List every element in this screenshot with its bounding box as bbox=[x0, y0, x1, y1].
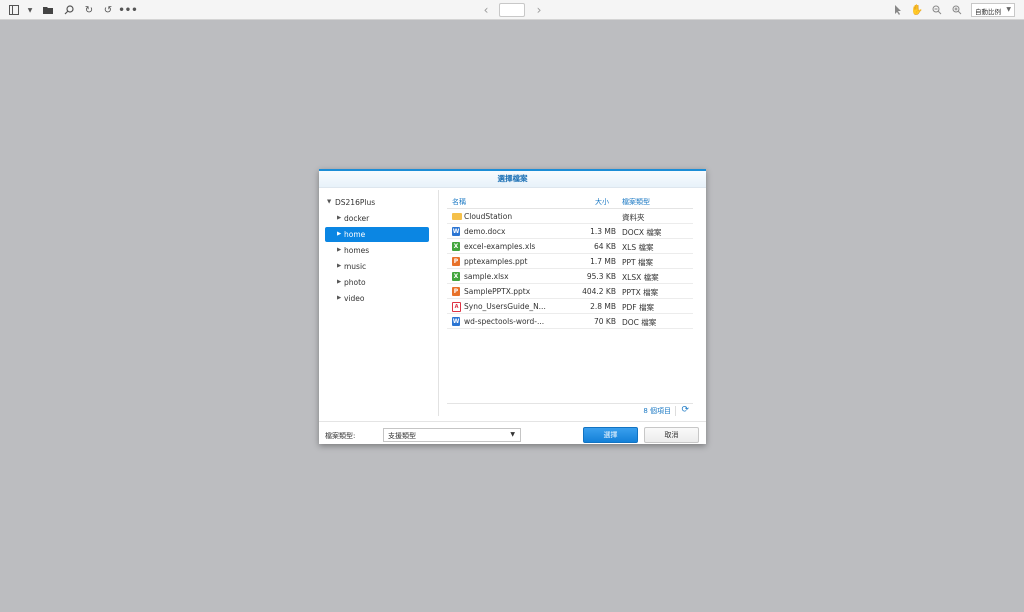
file-size: 1.3 MB bbox=[590, 227, 616, 236]
file-list-footer: 8 個項目 ⟳ bbox=[447, 403, 693, 418]
prev-page-icon[interactable]: ‹ bbox=[480, 3, 492, 17]
hand-icon[interactable]: ✋ bbox=[911, 4, 923, 16]
zoom-in-icon[interactable] bbox=[951, 4, 963, 16]
file-row[interactable]: W demo.docx 1.3 MB DOCX 檔案 bbox=[447, 224, 693, 239]
file-type: PDF 檔案 bbox=[622, 303, 654, 312]
file-size: 95.3 KB bbox=[586, 272, 616, 281]
file-row[interactable]: W wd-spectools-word-... 70 KB DOC 檔案 bbox=[447, 314, 693, 329]
refresh-icon[interactable]: ⟳ bbox=[681, 405, 689, 415]
file-type: PPTX 檔案 bbox=[622, 288, 659, 297]
file-type: 資料夾 bbox=[622, 213, 645, 222]
tree-item-video[interactable]: ▶ video bbox=[325, 291, 429, 306]
caret-right-icon[interactable]: ▶ bbox=[337, 227, 341, 242]
file-name: SamplePPTX.pptx bbox=[464, 287, 531, 296]
file-row[interactable]: X excel-examples.xls 64 KB XLS 檔案 bbox=[447, 239, 693, 254]
tree-item-label: photo bbox=[344, 278, 366, 287]
file-name: pptexamples.ppt bbox=[464, 257, 528, 266]
item-count: 8 個項目 bbox=[643, 407, 671, 415]
top-toolbar: ▼ ↻ ↺ ••• ‹ › ✋ 自動比例 ▼ bbox=[0, 0, 1024, 20]
open-folder-icon[interactable] bbox=[42, 4, 54, 16]
zoom-select[interactable]: 自動比例 ▼ bbox=[971, 3, 1015, 17]
folder-tree: ▼ DS216Plus ▶ docker ▶ home ▶ homes ▶ mu… bbox=[325, 193, 438, 419]
select-button[interactable]: 選擇 bbox=[583, 427, 638, 443]
undo-icon[interactable]: ↺ bbox=[102, 4, 114, 16]
column-header-name[interactable]: 名稱 bbox=[452, 197, 466, 207]
tree-item-homes[interactable]: ▶ homes bbox=[325, 243, 429, 258]
dialog-footer: 檔案類型: 支援類型 ▼ 選擇 取消 bbox=[319, 421, 706, 445]
rotate-icon[interactable]: ↻ bbox=[83, 4, 95, 16]
next-page-icon[interactable]: › bbox=[533, 3, 545, 17]
file-type-label: 檔案類型: bbox=[325, 432, 356, 440]
file-type: XLSX 檔案 bbox=[622, 273, 659, 282]
chevron-down-icon: ▼ bbox=[510, 431, 515, 438]
file-type-select[interactable]: 支援類型 ▼ bbox=[383, 428, 521, 442]
file-name: sample.xlsx bbox=[464, 272, 509, 281]
choose-file-dialog: 選擇檔案 ▼ DS216Plus ▶ docker ▶ home ▶ homes… bbox=[319, 169, 706, 444]
panel-divider bbox=[438, 190, 439, 416]
search-icon[interactable] bbox=[63, 4, 75, 16]
word-icon: W bbox=[452, 227, 460, 236]
sidebar-icon[interactable] bbox=[8, 4, 20, 16]
file-row[interactable]: P pptexamples.ppt 1.7 MB PPT 檔案 bbox=[447, 254, 693, 269]
folder-icon bbox=[452, 213, 462, 220]
dialog-title: 選擇檔案 bbox=[319, 171, 706, 188]
file-size: 404.2 KB bbox=[582, 287, 616, 296]
zoom-label: 自動比例 bbox=[975, 8, 1001, 16]
caret-right-icon[interactable]: ▶ bbox=[337, 211, 341, 226]
file-list-header: 名稱 大小 檔案類型 bbox=[447, 194, 693, 209]
chevron-down-icon: ▼ bbox=[1006, 6, 1011, 13]
caret-down-icon[interactable]: ▼ bbox=[327, 195, 331, 210]
powerpoint-icon: P bbox=[452, 257, 460, 266]
excel-icon: X bbox=[452, 242, 460, 251]
file-name: excel-examples.xls bbox=[464, 242, 536, 251]
caret-right-icon[interactable]: ▶ bbox=[337, 275, 341, 290]
file-row[interactable]: X sample.xlsx 95.3 KB XLSX 檔案 bbox=[447, 269, 693, 284]
file-row[interactable]: CloudStation 資料夾 bbox=[447, 209, 693, 224]
tree-item-label: docker bbox=[344, 214, 370, 223]
file-row[interactable]: P SamplePPTX.pptx 404.2 KB PPTX 檔案 bbox=[447, 284, 693, 299]
tree-item-label: homes bbox=[344, 246, 370, 255]
cancel-button[interactable]: 取消 bbox=[644, 427, 699, 443]
file-name: wd-spectools-word-... bbox=[464, 317, 545, 326]
file-type: PPT 檔案 bbox=[622, 258, 654, 267]
column-header-type[interactable]: 檔案類型 bbox=[622, 197, 650, 207]
tree-item-home[interactable]: ▶ home bbox=[325, 227, 429, 242]
file-size: 2.8 MB bbox=[590, 302, 616, 311]
file-type: DOC 檔案 bbox=[622, 318, 657, 327]
tree-item-photo[interactable]: ▶ photo bbox=[325, 275, 429, 290]
more-icon[interactable]: ••• bbox=[118, 4, 137, 16]
excel-icon: X bbox=[452, 272, 460, 281]
tree-root[interactable]: ▼ DS216Plus bbox=[325, 195, 429, 210]
file-size: 70 KB bbox=[594, 317, 616, 326]
tree-item-label: home bbox=[344, 230, 366, 239]
pointer-icon[interactable] bbox=[892, 4, 904, 16]
file-size: 1.7 MB bbox=[590, 257, 616, 266]
tree-item-docker[interactable]: ▶ docker bbox=[325, 211, 429, 226]
caret-right-icon[interactable]: ▶ bbox=[337, 243, 341, 258]
zoom-out-icon[interactable] bbox=[931, 4, 943, 16]
caret-right-icon[interactable]: ▶ bbox=[337, 291, 341, 306]
word-icon: W bbox=[452, 317, 460, 326]
file-type: XLS 檔案 bbox=[622, 243, 654, 252]
powerpoint-icon: P bbox=[452, 287, 460, 296]
dropdown-arrow-icon[interactable]: ▼ bbox=[24, 4, 36, 16]
divider bbox=[675, 406, 676, 416]
file-name: demo.docx bbox=[464, 227, 506, 236]
page-number-input[interactable] bbox=[499, 3, 525, 17]
tree-item-label: video bbox=[344, 294, 365, 303]
tree-root-label: DS216Plus bbox=[335, 198, 376, 207]
file-size: 64 KB bbox=[594, 242, 616, 251]
file-name: Syno_UsersGuide_N... bbox=[464, 302, 546, 311]
file-type-value: 支援類型 bbox=[388, 432, 416, 440]
file-type: DOCX 檔案 bbox=[622, 228, 662, 237]
tree-item-music[interactable]: ▶ music bbox=[325, 259, 429, 274]
pdf-icon: A bbox=[452, 302, 461, 312]
column-header-size[interactable]: 大小 bbox=[595, 197, 609, 207]
file-row[interactable]: A Syno_UsersGuide_N... 2.8 MB PDF 檔案 bbox=[447, 299, 693, 314]
file-name: CloudStation bbox=[464, 212, 513, 221]
tree-item-label: music bbox=[344, 262, 367, 271]
caret-right-icon[interactable]: ▶ bbox=[337, 259, 341, 274]
